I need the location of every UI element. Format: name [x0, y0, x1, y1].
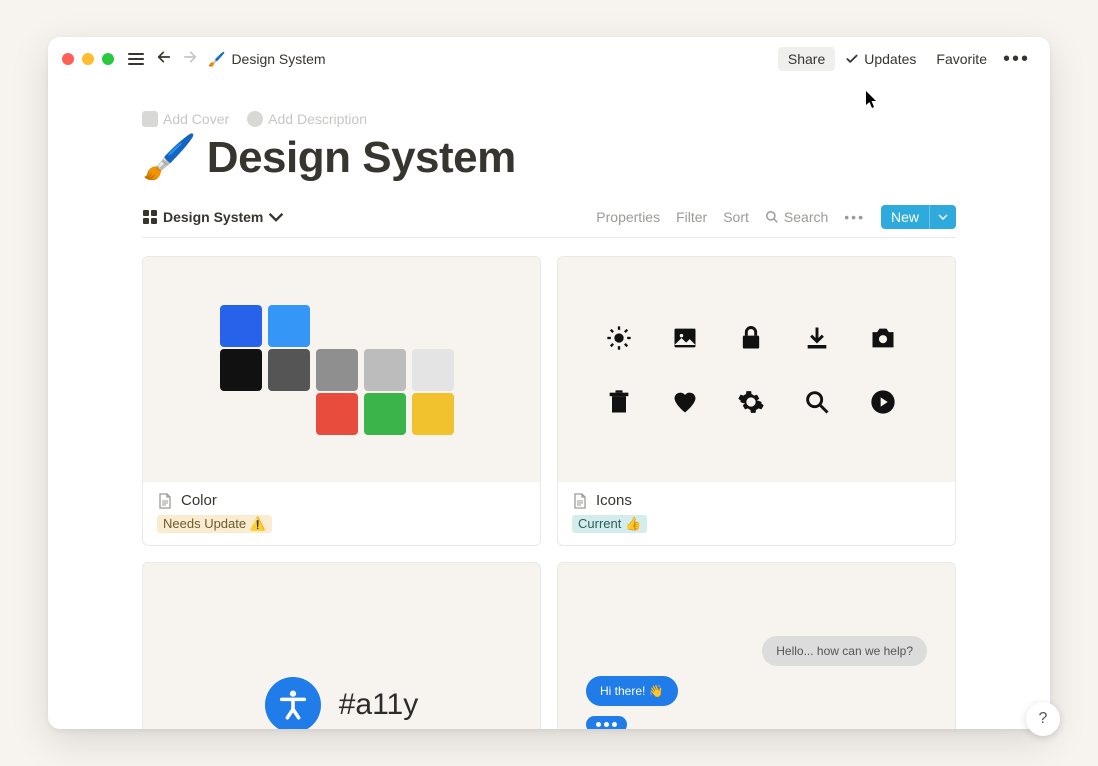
heart-icon	[671, 388, 699, 416]
page-icon	[157, 493, 173, 509]
app-window: 🖌️ Design System Share Updates Favorite …	[48, 37, 1050, 729]
status-tag: Needs Update ⚠️	[157, 515, 272, 533]
database-toolbar: Design System Properties Filter Sort Sea…	[142, 205, 956, 238]
help-button[interactable]: ?	[1026, 702, 1060, 736]
settings-icon	[737, 388, 765, 416]
page-icon	[572, 493, 588, 509]
sort-button[interactable]: Sort	[723, 209, 749, 225]
chat-bubble-incoming: Hello... how can we help?	[762, 636, 927, 666]
card-title-text: Icons	[596, 492, 632, 509]
chat-preview: Hello... how can we help? Hi there! 👋	[558, 636, 955, 729]
updates-button[interactable]: Updates	[835, 47, 926, 71]
info-icon	[247, 111, 263, 127]
more-menu[interactable]: •••	[997, 48, 1036, 71]
breadcrumb-icon: 🖌️	[208, 51, 225, 68]
page-hover-actions: Add Cover Add Description	[142, 111, 956, 127]
card-thumb: Hello... how can we help? Hi there! 👋	[558, 563, 955, 729]
search-icon	[765, 210, 779, 224]
color-swatches	[212, 305, 472, 435]
add-cover-button[interactable]: Add Cover	[142, 111, 229, 127]
minimize-window-icon[interactable]	[82, 53, 94, 65]
card-thumb	[558, 257, 955, 482]
forward-button	[182, 49, 198, 69]
share-button[interactable]: Share	[778, 47, 835, 71]
window-controls[interactable]	[62, 53, 114, 65]
color-swatch	[268, 349, 310, 391]
status-tag: Current 👍	[572, 515, 647, 533]
color-swatch	[412, 393, 454, 435]
color-swatch	[364, 393, 406, 435]
page-body: Add Cover Add Description 🖌️ Design Syst…	[48, 81, 1050, 729]
new-dropdown[interactable]	[929, 205, 956, 229]
card-thumb	[143, 257, 540, 482]
search-icon	[803, 388, 831, 416]
topbar: 🖌️ Design System Share Updates Favorite …	[48, 37, 1050, 81]
delete-icon	[605, 388, 633, 416]
add-description-button[interactable]: Add Description	[247, 111, 367, 127]
page-title[interactable]: Design System	[207, 133, 516, 183]
filter-button[interactable]: Filter	[676, 209, 707, 225]
camera-icon	[869, 324, 897, 352]
a11y-text: #a11y	[339, 688, 419, 722]
gallery-view-icon	[142, 209, 158, 225]
color-swatch	[268, 305, 310, 347]
brightness-icon	[605, 324, 633, 352]
new-button[interactable]: New	[881, 205, 956, 229]
search-button[interactable]: Search	[765, 209, 828, 225]
typing-indicator	[586, 716, 627, 729]
view-more-menu[interactable]: •••	[844, 209, 865, 225]
gallery: Color Needs Update ⚠️	[142, 256, 956, 729]
card-thumb: #a11y	[143, 563, 540, 729]
view-switcher[interactable]: Design System	[142, 209, 284, 225]
color-swatch	[364, 349, 406, 391]
card-a11y[interactable]: #a11y	[142, 562, 541, 729]
chat-bubble-outgoing: Hi there! 👋	[586, 676, 678, 706]
favorite-button[interactable]: Favorite	[926, 47, 997, 71]
image-icon	[671, 324, 699, 352]
card-chat[interactable]: Hello... how can we help? Hi there! 👋	[557, 562, 956, 729]
download-icon	[803, 324, 831, 352]
card-icons[interactable]: Icons Current 👍	[557, 256, 956, 546]
check-icon	[845, 52, 859, 66]
chevron-down-icon	[268, 209, 284, 225]
page-title-row: 🖌️ Design System	[142, 133, 956, 183]
color-swatch	[220, 305, 262, 347]
nav-arrows	[156, 49, 198, 69]
page-icon[interactable]: 🖌️	[142, 136, 197, 180]
maximize-window-icon[interactable]	[102, 53, 114, 65]
color-swatch	[316, 393, 358, 435]
properties-button[interactable]: Properties	[596, 209, 660, 225]
lock-icon	[737, 324, 765, 352]
card-color[interactable]: Color Needs Update ⚠️	[142, 256, 541, 546]
color-swatch	[220, 349, 262, 391]
chevron-down-icon	[938, 212, 948, 222]
play-icon	[869, 388, 897, 416]
breadcrumb[interactable]: 🖌️ Design System	[208, 51, 326, 68]
color-swatch	[412, 349, 454, 391]
sidebar-toggle[interactable]	[128, 53, 144, 65]
icon-grid	[605, 311, 909, 429]
close-window-icon[interactable]	[62, 53, 74, 65]
image-icon	[142, 111, 158, 127]
color-swatch	[316, 349, 358, 391]
accessibility-icon	[265, 677, 321, 729]
back-button[interactable]	[156, 49, 172, 69]
breadcrumb-title: Design System	[231, 51, 325, 67]
card-title-text: Color	[181, 492, 217, 509]
